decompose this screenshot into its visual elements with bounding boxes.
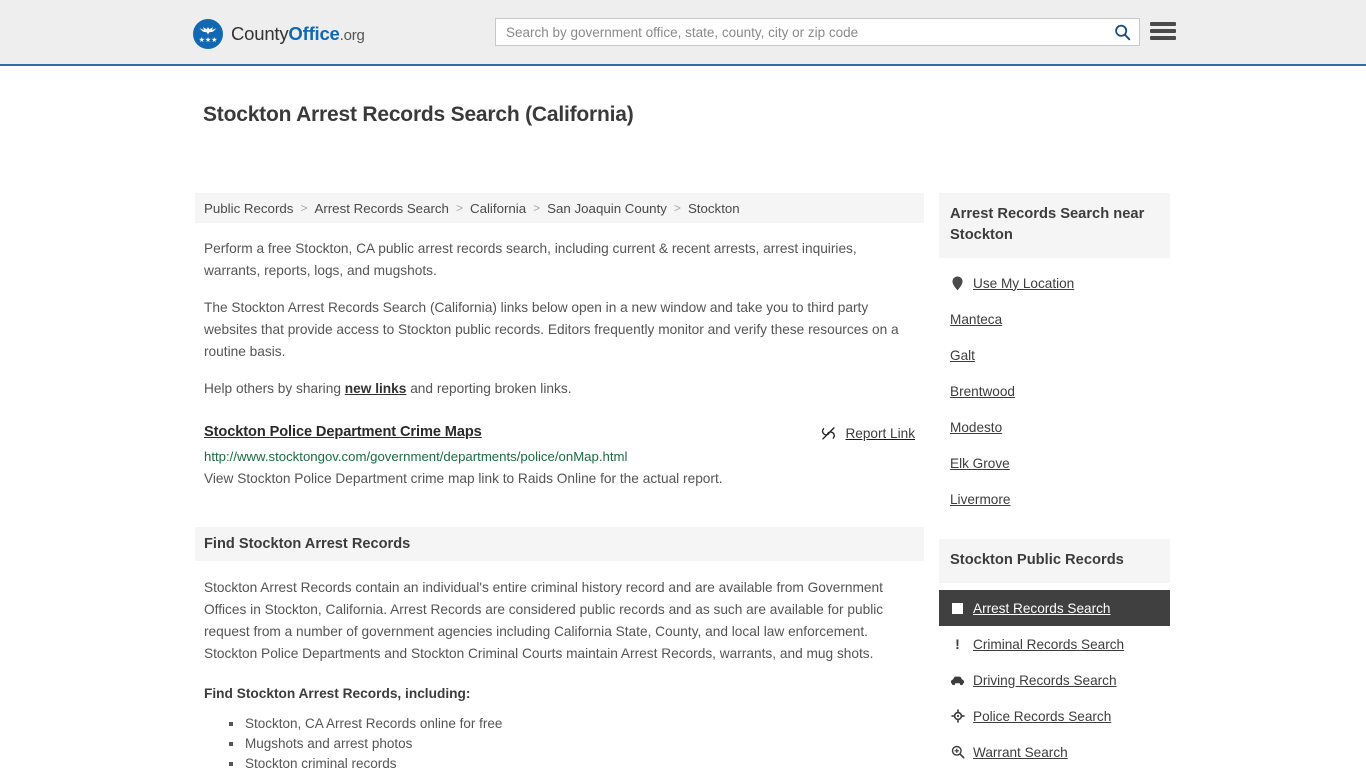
- list-item: Mugshots and arrest photos: [229, 734, 915, 754]
- sidebar-item-police-records-search[interactable]: Police Records Search: [939, 698, 1170, 734]
- breadcrumb-item-san-joaquin-county[interactable]: San Joaquin County: [547, 201, 667, 216]
- sidebar-item-label[interactable]: Arrest Records Search: [973, 601, 1111, 616]
- sidebar: Arrest Records Search near Stockton Use …: [939, 193, 1170, 768]
- sidebar-item-label[interactable]: Warrant Search: [973, 745, 1068, 760]
- hamburger-menu-icon[interactable]: [1150, 19, 1176, 43]
- report-link-button[interactable]: Report Link: [820, 424, 915, 442]
- list-item: Stockton criminal records: [229, 754, 915, 768]
- sidebar-item-label[interactable]: Brentwood: [950, 384, 1015, 399]
- car-icon: [950, 675, 965, 686]
- find-section-subheading: Find Stockton Arrest Records, including:: [204, 686, 471, 701]
- site-logo[interactable]: ★★★ CountyOffice.org: [193, 19, 365, 49]
- sidebar-item-label[interactable]: Driving Records Search: [973, 673, 1117, 688]
- magnifier-plus-glyph: [951, 745, 965, 759]
- find-section-body: Stockton Arrest Records contain an indiv…: [195, 577, 924, 768]
- sidebar-item-manteca[interactable]: Manteca: [939, 301, 1170, 337]
- white-square-icon: [950, 602, 965, 614]
- sidebar-records-block: Stockton Public Records Arrest Records S…: [939, 539, 1170, 768]
- site-header: ★★★ CountyOffice.org: [0, 0, 1366, 66]
- new-links-link[interactable]: new links: [345, 381, 407, 396]
- breadcrumb-item-public-records[interactable]: Public Records: [204, 201, 293, 216]
- car-glyph: [950, 676, 965, 685]
- sidebar-item-arrest-records-search[interactable]: Arrest Records Search: [939, 590, 1170, 626]
- logo-text: CountyOffice.org: [231, 23, 365, 45]
- find-section-paragraph: Stockton Arrest Records contain an indiv…: [204, 580, 884, 661]
- breadcrumb-item-stockton[interactable]: Stockton: [688, 201, 740, 216]
- sidebar-item-label[interactable]: Elk Grove: [950, 456, 1010, 471]
- sidebar-item-label[interactable]: Police Records Search: [973, 709, 1111, 724]
- search-input[interactable]: [496, 19, 1105, 45]
- breadcrumb-item-california[interactable]: California: [470, 201, 526, 216]
- sidebar-item-warrant-search[interactable]: Warrant Search: [939, 734, 1170, 768]
- sidebar-item-elk-grove[interactable]: Elk Grove: [939, 445, 1170, 481]
- search-icon: [1114, 24, 1130, 40]
- sidebar-records-heading: Stockton Public Records: [939, 539, 1170, 583]
- sidebar-near-list: Use My Location Manteca Galt Brentwood M…: [939, 265, 1170, 517]
- map-pin-glyph: [952, 276, 963, 290]
- report-link-label: Report Link: [845, 426, 915, 441]
- menu-bar-3: [1150, 36, 1176, 40]
- breadcrumb: Public Records > Arrest Records Search >…: [195, 193, 924, 223]
- result-title-link[interactable]: Stockton Police Department Crime Maps: [204, 424, 482, 440]
- breadcrumb-separator: >: [673, 201, 681, 215]
- result-link-block: Stockton Police Department Crime Maps Re…: [195, 424, 924, 489]
- intro-paragraph-2: The Stockton Arrest Records Search (Cali…: [204, 300, 899, 359]
- sidebar-item-livermore[interactable]: Livermore: [939, 481, 1170, 517]
- eagle-seal-icon: ★★★: [193, 19, 223, 49]
- sidebar-item-label[interactable]: Galt: [950, 348, 975, 363]
- breadcrumb-item-arrest-records-search[interactable]: Arrest Records Search: [314, 201, 449, 216]
- sidebar-item-label[interactable]: Livermore: [950, 492, 1010, 507]
- intro-paragraph-1: Perform a free Stockton, CA public arres…: [204, 241, 857, 278]
- magnifier-plus-icon: [950, 745, 965, 759]
- sidebar-item-galt[interactable]: Galt: [939, 337, 1170, 373]
- crosshair-glyph: [950, 709, 965, 723]
- logo-text-office: Office: [288, 23, 340, 44]
- intro-paragraph-3: Help others by sharing new links and rep…: [195, 378, 924, 400]
- eagle-glyph: [199, 27, 217, 35]
- breadcrumb-separator: >: [533, 201, 541, 215]
- menu-bar-1: [1150, 22, 1176, 26]
- sidebar-near-block: Arrest Records Search near Stockton Use …: [939, 193, 1170, 517]
- search-button[interactable]: [1105, 19, 1139, 45]
- broken-link-icon: [822, 427, 836, 440]
- result-header-row: Stockton Police Department Crime Maps Re…: [204, 424, 915, 442]
- sidebar-records-list: Arrest Records Search ! Criminal Records…: [939, 590, 1170, 768]
- find-section-list: Stockton, CA Arrest Records online for f…: [204, 714, 915, 768]
- search-bar[interactable]: [495, 18, 1140, 46]
- logo-text-org: .org: [339, 27, 365, 44]
- logo-text-county: County: [231, 23, 289, 44]
- sidebar-item-use-my-location[interactable]: Use My Location: [939, 265, 1170, 301]
- sidebar-item-label[interactable]: Use My Location: [973, 276, 1074, 291]
- sidebar-item-driving-records-search[interactable]: Driving Records Search: [939, 662, 1170, 698]
- sidebar-item-brentwood[interactable]: Brentwood: [939, 373, 1170, 409]
- menu-bar-2: [1150, 29, 1176, 33]
- sidebar-item-criminal-records-search[interactable]: ! Criminal Records Search: [939, 626, 1170, 662]
- breadcrumb-separator: >: [455, 201, 463, 215]
- stars-glyph: ★★★: [198, 37, 218, 44]
- result-url: http://www.stocktongov.com/government/de…: [204, 449, 628, 464]
- share-text-after: and reporting broken links.: [406, 381, 572, 396]
- find-section-heading: Find Stockton Arrest Records: [195, 527, 924, 561]
- result-description: View Stockton Police Department crime ma…: [204, 471, 723, 486]
- breadcrumb-separator: >: [300, 201, 308, 215]
- sidebar-item-label[interactable]: Modesto: [950, 420, 1002, 435]
- sidebar-item-label[interactable]: Manteca: [950, 312, 1002, 327]
- sidebar-item-modesto[interactable]: Modesto: [939, 409, 1170, 445]
- sidebar-item-label[interactable]: Criminal Records Search: [973, 637, 1124, 652]
- page-title: Stockton Arrest Records Search (Californ…: [203, 103, 634, 127]
- map-pin-icon: [950, 276, 965, 291]
- share-text-before: Help others by sharing: [204, 381, 345, 396]
- list-item: Stockton, CA Arrest Records online for f…: [229, 714, 915, 734]
- main-content-column: Public Records > Arrest Records Search >…: [195, 193, 924, 768]
- sidebar-near-heading: Arrest Records Search near Stockton: [939, 193, 1170, 258]
- exclamation-icon: !: [955, 636, 960, 652]
- crosshair-icon: [950, 709, 965, 723]
